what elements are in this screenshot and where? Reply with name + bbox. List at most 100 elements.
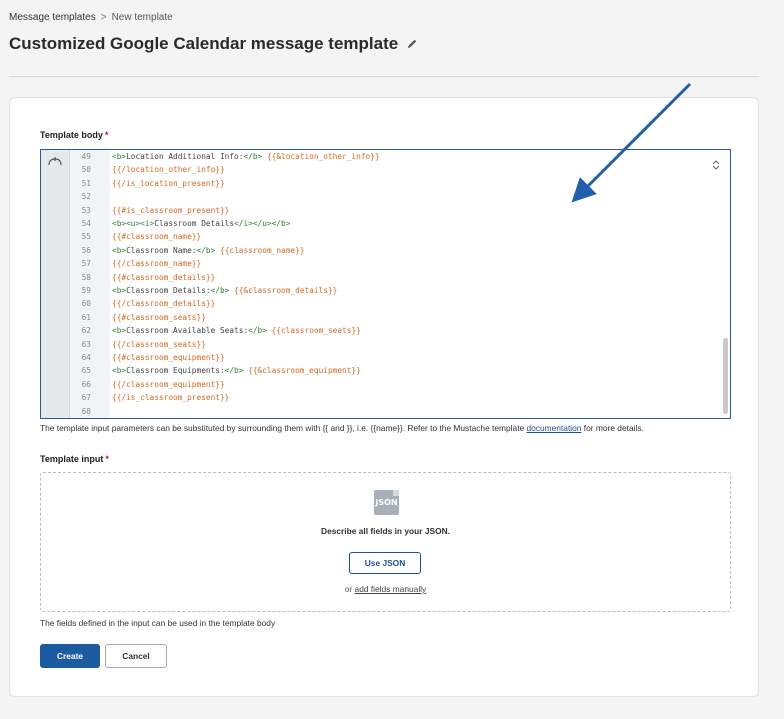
code-token: <b> xyxy=(112,152,127,161)
line-number: 55 xyxy=(81,232,91,242)
code-token: <b><u><i> xyxy=(112,219,155,228)
code-text: <b>Location Additional Info:</b> {{&loca… xyxy=(112,150,380,163)
code-line[interactable]: 59 <b>Classroom Details:</b> {{&classroom… xyxy=(41,284,701,297)
code-token: {{#classroom_name}} xyxy=(112,232,202,242)
code-line[interactable]: 56 <b>Classroom Name:</b> {{classroom_nam… xyxy=(41,244,701,257)
code-token: </i></u></b> xyxy=(234,219,291,228)
code-token: </b> xyxy=(224,366,244,376)
code-token: {{#classroom_equipment}} xyxy=(112,353,225,362)
line-number: 59 xyxy=(81,286,91,295)
editor-scrollbar[interactable] xyxy=(723,338,728,414)
use-json-button[interactable]: Use JSON xyxy=(349,552,421,574)
code-token: Classroom Equipments: xyxy=(126,366,225,376)
line-number: 64 xyxy=(81,353,91,362)
code-text: {{/classroom_details}} xyxy=(112,297,215,310)
line-number: 68 xyxy=(81,406,91,416)
template-input-dropzone: JSON Describe all fields in your JSON. U… xyxy=(40,472,731,612)
line-number: 58 xyxy=(81,272,91,282)
code-token: <b> xyxy=(112,366,127,376)
template-body-label: Template body * xyxy=(40,130,109,140)
code-token: {{&classroom_details}} xyxy=(234,286,338,295)
breadcrumb-separator: > xyxy=(100,12,107,23)
line-number: 60 xyxy=(81,299,91,309)
template-input-help: The fields defined in the input can be u… xyxy=(40,618,276,628)
template-form-card: Template body * 49 <b>Location Additional … xyxy=(9,97,759,697)
code-line[interactable]: 64 {{#classroom_equipment}} xyxy=(41,351,701,364)
code-text: {{#classroom_equipment}} xyxy=(112,351,225,364)
line-number: 57 xyxy=(81,259,91,269)
template-body-help-text: The template input parameters can be sub… xyxy=(40,423,527,433)
code-token: {{/location_other_info}} xyxy=(112,165,225,175)
code-line[interactable]: 49 <b>Location Additional Info:</b> {{&lo… xyxy=(41,150,701,163)
template-input-label: Template input * xyxy=(40,454,109,464)
breadcrumb-current: New template xyxy=(111,12,173,23)
code-token: <b> xyxy=(112,245,127,255)
code-token: {{/classroom_details}} xyxy=(112,299,216,309)
code-token: <b> xyxy=(112,286,127,295)
breadcrumb: Message templates > New template xyxy=(9,12,173,23)
code-token: </b> xyxy=(243,152,263,161)
code-token: Classroom Available Seats: xyxy=(126,326,249,336)
page-title: Customized Google Calendar message templ… xyxy=(9,34,399,53)
code-line[interactable]: 55 {{#classroom_name}} xyxy=(41,230,701,243)
code-text: <b>Classroom Details:</b> {{&classroom_d… xyxy=(112,284,337,297)
line-number: 65 xyxy=(81,366,91,376)
line-number: 49 xyxy=(81,152,91,161)
template-body-editor[interactable]: 49 <b>Location Additional Info:</b> {{&lo… xyxy=(40,149,731,419)
create-button[interactable]: Create xyxy=(40,644,100,668)
code-text: <b>Classroom Name:</b> {{classroom_name}… xyxy=(112,244,305,257)
code-text: {{/location_other_info}} xyxy=(112,163,225,176)
code-text: {{#classroom_seats}} xyxy=(112,311,206,324)
code-line[interactable]: 62 <b>Classroom Available Seats:</b> {{cl… xyxy=(41,324,701,337)
scroll-updown-icon[interactable] xyxy=(712,159,720,171)
code-text: <b><u><i>Classroom Details</i></u></b> xyxy=(112,217,290,230)
line-number: 62 xyxy=(81,326,91,336)
code-token: {{/is_classroom_present}} xyxy=(112,393,230,403)
line-number: 66 xyxy=(81,379,91,389)
template-body-help-suffix: for more details. xyxy=(581,423,644,433)
line-number: 54 xyxy=(81,219,91,228)
code-token: Classroom Name: xyxy=(126,245,197,255)
add-fields-alternative: or add fields manually xyxy=(344,584,427,594)
code-token: </b> xyxy=(196,245,216,255)
pencil-icon[interactable] xyxy=(406,38,418,50)
code-line[interactable]: 61 {{#classroom_seats}} xyxy=(41,311,701,324)
template-input-title: Describe all fields in your JSON. xyxy=(321,526,450,536)
code-token: {{classroom_name}} xyxy=(220,245,305,255)
code-line[interactable]: 60 {{/classroom_details}} xyxy=(41,297,701,310)
code-text: <b>Classroom Equipments:</b> {{&classroo… xyxy=(112,364,361,377)
code-line[interactable]: 52 xyxy=(41,190,701,203)
page-header: Customized Google Calendar message templ… xyxy=(9,34,418,54)
code-text: {{/classroom_name}} xyxy=(112,257,201,270)
code-token: {{&classroom_equipment}} xyxy=(248,366,361,376)
code-text: {{#classroom_name}} xyxy=(112,230,201,243)
breadcrumb-message-templates[interactable]: Message templates xyxy=(9,12,96,23)
line-number: 51 xyxy=(81,178,91,188)
code-text: {{#is_classroom_present}} xyxy=(112,204,229,217)
code-text: {{/classroom_seats}} xyxy=(112,338,206,351)
code-token: </b> xyxy=(248,326,267,336)
code-token: {{#classroom_details}} xyxy=(112,272,216,282)
line-number: 67 xyxy=(81,393,91,403)
cancel-button[interactable]: Cancel xyxy=(105,644,167,668)
code-token: {{/classroom_seats}} xyxy=(112,339,206,349)
code-line[interactable]: 66 {{/classroom_equipment}} xyxy=(41,378,701,391)
header-divider xyxy=(9,76,759,77)
code-line[interactable]: 54 <b><u><i>Classroom Details</i></u></b> xyxy=(41,217,701,230)
code-line[interactable]: 65 <b>Classroom Equipments:</b> {{&classr… xyxy=(41,364,701,377)
code-token: <b> xyxy=(112,326,127,336)
code-line[interactable]: 51 {{/is_location_present}} xyxy=(41,177,701,190)
code-line[interactable]: 67 {{/is_classroom_present}} xyxy=(41,391,701,404)
code-line[interactable]: 50 {{/location_other_info}} xyxy=(41,163,701,176)
line-number: 63 xyxy=(81,339,91,349)
code-line[interactable]: 58 {{#classroom_details}} xyxy=(41,271,701,284)
code-line[interactable]: 63 {{/classroom_seats}} xyxy=(41,338,701,351)
code-line[interactable]: 68 xyxy=(41,405,701,418)
code-line[interactable]: 53 {{#is_classroom_present}} xyxy=(41,204,701,217)
line-number: 50 xyxy=(81,165,91,175)
documentation-link[interactable]: documentation xyxy=(527,423,582,433)
code-line[interactable]: 57 {{/classroom_name}} xyxy=(41,257,701,270)
add-fields-manually-link[interactable]: add fields manually xyxy=(355,584,427,594)
code-text: {{/is_classroom_present}} xyxy=(112,391,229,404)
code-token: {{#classroom_seats}} xyxy=(112,312,206,322)
